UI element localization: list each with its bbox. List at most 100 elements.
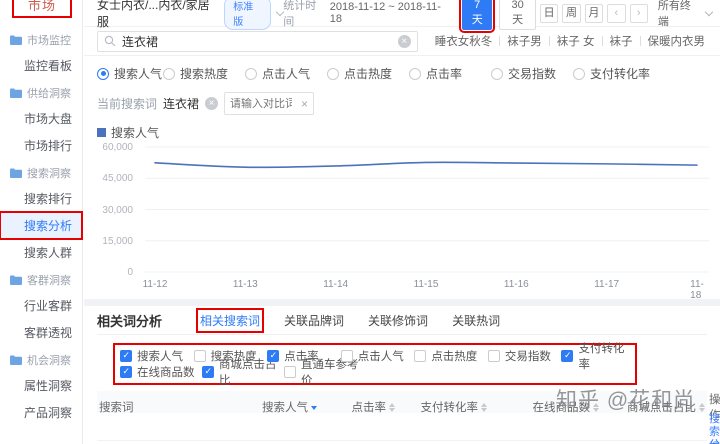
sidebar-group-opportunity-insight[interactable]: 机会洞察 bbox=[0, 346, 82, 372]
folder-icon bbox=[10, 168, 22, 178]
metric-radio-search-heat[interactable]: 搜索热度 bbox=[163, 65, 245, 82]
clear-compare-icon[interactable]: × bbox=[301, 97, 308, 111]
metric-radio-trade-index[interactable]: 交易指数 bbox=[491, 65, 573, 82]
compare-input-box[interactable]: × bbox=[224, 92, 314, 115]
granularity-day-button[interactable]: 日 bbox=[540, 4, 558, 23]
search-row: × 睡衣女秋冬 袜子男 袜子 女 袜子 保暖内衣男 bbox=[84, 27, 720, 56]
sidebar-item-search-rank[interactable]: 搜索排行 bbox=[0, 185, 82, 212]
tab-modifier-words[interactable]: 关联修饰词 bbox=[368, 312, 428, 329]
sidebar-group-audience-insight[interactable]: 客群洞察 bbox=[0, 266, 82, 292]
col-search-popularity[interactable]: 搜索人气 bbox=[229, 399, 321, 415]
range-30d-button[interactable]: 30天 bbox=[499, 0, 535, 30]
terminal-dropdown[interactable]: 所有终端 bbox=[658, 0, 712, 29]
checkbox-icon bbox=[561, 350, 573, 362]
tab-related-search-words[interactable]: 相关搜索词 bbox=[200, 312, 260, 329]
sidebar-group-label: 供给洞察 bbox=[27, 85, 71, 101]
current-word: 连衣裙 bbox=[163, 95, 199, 112]
radio-icon bbox=[491, 68, 503, 80]
filter-click-popularity[interactable]: 点击人气 bbox=[341, 348, 415, 364]
trend-panel: 搜索人气 搜索热度 点击人气 点击热度 点击率 交易指数 支付转化率 当前搜索词… bbox=[84, 56, 720, 293]
hot-word[interactable]: 袜子 bbox=[603, 33, 640, 49]
col-ctr[interactable]: 点击率 bbox=[321, 399, 399, 415]
prev-period-button[interactable]: ‹ bbox=[607, 4, 625, 23]
filter-ztc-ref-price[interactable]: 直通车参考价 bbox=[284, 356, 366, 388]
radio-icon bbox=[97, 68, 109, 80]
filter-search-popularity[interactable]: 搜索人气 bbox=[120, 348, 194, 364]
sidebar-item-attribute-insight[interactable]: 属性洞察 bbox=[0, 372, 82, 399]
clear-search-icon[interactable]: × bbox=[398, 35, 411, 48]
trend-chart-svg bbox=[145, 143, 709, 277]
next-period-button[interactable]: › bbox=[630, 4, 648, 23]
range-7d-button[interactable]: 7天 bbox=[462, 0, 493, 30]
remove-word-icon[interactable]: × bbox=[205, 97, 218, 110]
sidebar-item-search-audience[interactable]: 搜索人群 bbox=[0, 239, 82, 266]
sidebar-group-search-insight[interactable]: 搜索洞察 bbox=[0, 159, 82, 185]
related-header: 相关词分析 相关搜索词 关联品牌词 关联修饰词 关联热词 bbox=[97, 306, 707, 335]
filter-click-heat[interactable]: 点击热度 bbox=[414, 348, 488, 364]
checkbox-icon bbox=[414, 350, 426, 362]
sidebar-group-market-monitor[interactable]: 市场监控 bbox=[0, 26, 82, 52]
metric-radio-click-popularity[interactable]: 点击人气 bbox=[245, 65, 327, 82]
filter-row-1: 搜索人气 搜索热度 点击率 点击人气 点击热度 交易指数 支付转化率 bbox=[120, 348, 635, 364]
tab-brand-words[interactable]: 关联品牌词 bbox=[284, 312, 344, 329]
checkbox-icon bbox=[202, 366, 214, 378]
radio-icon bbox=[327, 68, 339, 80]
filter-trade-index[interactable]: 交易指数 bbox=[488, 348, 562, 364]
checkbox-icon bbox=[488, 350, 500, 362]
sidebar-item-industry-audience[interactable]: 行业客群 bbox=[0, 292, 82, 319]
section-separator bbox=[84, 299, 720, 306]
hot-word[interactable]: 睡衣女秋冬 bbox=[428, 33, 500, 49]
current-word-label: 当前搜索词 bbox=[97, 95, 157, 112]
x-tick-label: 11-16 bbox=[504, 279, 529, 290]
y-tick-label: 15,000 bbox=[97, 236, 133, 247]
chart-legend: 搜索人气 bbox=[97, 124, 707, 141]
sidebar-item-monitor-dashboard[interactable]: 监控看板 bbox=[0, 52, 82, 79]
filter-row-2: 在线商品数 商城点击占比 直通车参考价 bbox=[120, 364, 635, 380]
hot-word[interactable]: 保暖内衣男 bbox=[641, 33, 713, 49]
filter-pay-conversion[interactable]: 支付转化率 bbox=[561, 340, 635, 372]
search-input[interactable] bbox=[122, 34, 392, 48]
hot-word[interactable]: 袜子 女 bbox=[550, 33, 602, 49]
sidebar-item-market-overview[interactable]: 市场大盘 bbox=[0, 105, 82, 132]
tab-hot-words[interactable]: 关联热词 bbox=[452, 312, 500, 329]
metric-radio-click-heat[interactable]: 点击热度 bbox=[327, 65, 409, 82]
sort-icon bbox=[389, 403, 395, 412]
stat-time-label: 统计时间 bbox=[283, 0, 325, 29]
search-analysis-link[interactable]: 搜索分析 bbox=[709, 413, 720, 444]
sort-icon bbox=[481, 403, 487, 412]
search-icon bbox=[104, 35, 116, 47]
hot-search-words: 睡衣女秋冬 袜子男 袜子 女 袜子 保暖内衣男 bbox=[428, 33, 712, 49]
x-tick-label: 11-18 bbox=[690, 279, 704, 301]
category-selector[interactable]: 女士内衣/...内衣/家居服 bbox=[97, 0, 218, 30]
sidebar-item-market-rank[interactable]: 市场排行 bbox=[0, 132, 82, 159]
checkbox-icon bbox=[341, 350, 353, 362]
granularity-week-button[interactable]: 周 bbox=[562, 4, 580, 23]
search-input-box[interactable]: × bbox=[97, 31, 418, 52]
radio-icon bbox=[409, 68, 421, 80]
filter-online-items[interactable]: 在线商品数 bbox=[120, 364, 202, 380]
sidebar-group-supply-insight[interactable]: 供给洞察 bbox=[0, 79, 82, 105]
folder-icon bbox=[10, 275, 22, 285]
watermark: 知乎 @花和尚 bbox=[556, 384, 695, 414]
module-annotation-box: 市场 bbox=[12, 0, 72, 18]
hot-word[interactable]: 袜子男 bbox=[500, 33, 549, 49]
metric-radio-search-popularity[interactable]: 搜索人气 bbox=[97, 65, 163, 82]
compare-input[interactable] bbox=[230, 98, 292, 110]
y-tick-label: 60,000 bbox=[97, 142, 133, 153]
main-content: 女士内衣/...内衣/家居服 标准版 统计时间 2018-11-12 ~ 201… bbox=[84, 0, 720, 444]
radio-icon bbox=[163, 68, 175, 80]
sidebar-item-search-analysis[interactable]: 搜索分析 bbox=[0, 212, 82, 239]
col-pay-conversion[interactable]: 支付转化率 bbox=[399, 399, 491, 415]
metric-radio-pay-conversion[interactable]: 支付转化率 bbox=[573, 65, 655, 82]
checkbox-icon bbox=[120, 366, 132, 378]
folder-icon bbox=[10, 355, 22, 365]
sidebar-group-label: 机会洞察 bbox=[27, 352, 71, 368]
y-tick-label: 45,000 bbox=[97, 173, 133, 184]
sort-icon bbox=[699, 403, 705, 412]
x-tick-label: 11-17 bbox=[594, 279, 619, 290]
sidebar-item-product-insight[interactable]: 产品洞察 bbox=[0, 399, 82, 426]
granularity-month-button[interactable]: 月 bbox=[585, 4, 603, 23]
app-window: 市场 市场监控 监控看板 供给洞察 市场大盘 市场排行 搜索洞察 搜索排行 搜索… bbox=[0, 0, 720, 444]
metric-radio-ctr[interactable]: 点击率 bbox=[409, 65, 491, 82]
sidebar-item-audience-perspective[interactable]: 客群透视 bbox=[0, 319, 82, 346]
